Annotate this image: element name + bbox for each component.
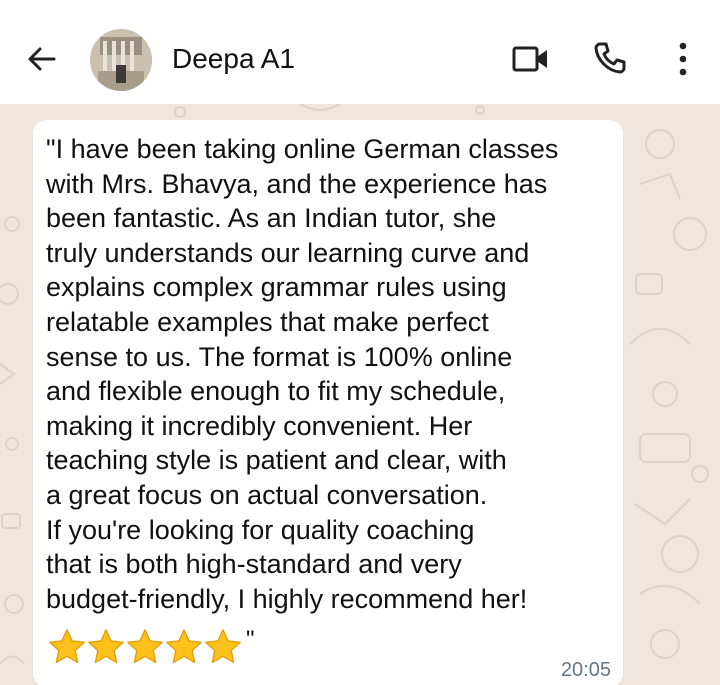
chat-header: Deepa A1 [0,0,720,104]
message-text: "I have been taking online German classe… [46,134,559,614]
star-icon [166,629,202,664]
message-timestamp: 20:05 [560,659,611,681]
star-rating: " [48,628,255,668]
star-icon [49,629,85,664]
avatar[interactable] [90,29,152,91]
video-call-icon[interactable] [512,44,550,76]
chat-area[interactable]: "I have been taking online German classe… [0,104,720,685]
avatar-photo [90,29,152,91]
contact-name[interactable]: Deepa A1 [172,42,295,76]
star-icon [205,629,241,664]
message-bubble[interactable]: "I have been taking online German classe… [33,120,623,685]
closing-quote: " [246,626,255,653]
star-icon [127,629,163,664]
more-vertical-icon[interactable] [672,40,694,78]
back-arrow-icon[interactable] [24,42,58,76]
star-icon [88,629,124,664]
phone-call-icon[interactable] [592,40,628,76]
